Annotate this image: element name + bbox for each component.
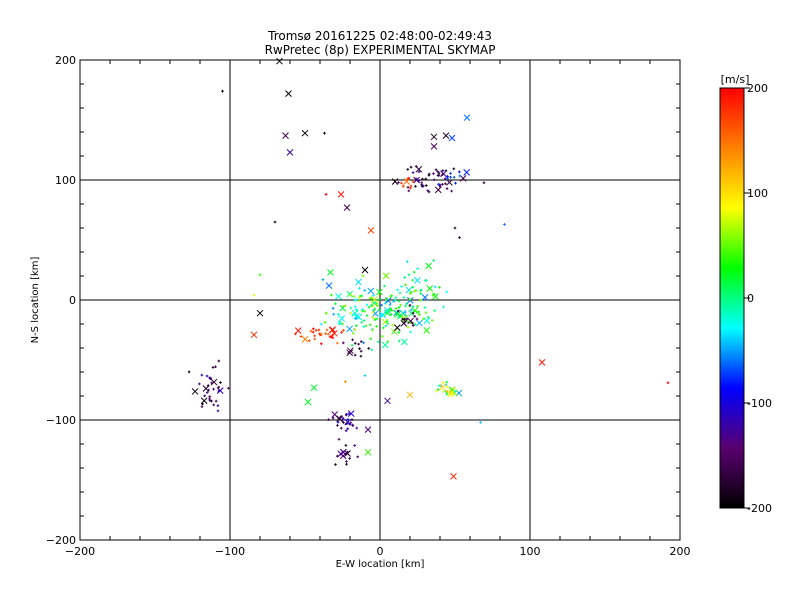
y-tick-label: 200 xyxy=(55,54,76,67)
skymap-chart: Tromsø 20161225 02:48:00-02:49:43 RwPret… xyxy=(30,29,772,570)
x-tick-label: 0 xyxy=(377,545,384,558)
colorbar-tick-label: 200 xyxy=(747,82,768,95)
x-tick-label: 100 xyxy=(520,545,541,558)
chart-title-line-1: Tromsø 20161225 02:48:00-02:49:43 xyxy=(267,29,492,43)
y-tick-label: 100 xyxy=(55,174,76,187)
colorbar-label: [m/s] xyxy=(721,73,750,86)
colorbar-tick-label: -100 xyxy=(747,397,772,410)
y-tick-label: −100 xyxy=(46,414,76,427)
y-tick-labels: −200 −100 0 100 200 xyxy=(46,54,76,547)
colorbar-tick-label: 0 xyxy=(747,292,754,305)
plot-area xyxy=(79,57,681,541)
y-tick-label: 0 xyxy=(69,294,76,307)
y-tick-label: −200 xyxy=(46,534,76,547)
y-axis-label: N-S location [km] xyxy=(30,257,41,344)
colorbar-tick-label: -200 xyxy=(747,502,772,515)
colorbar: [m/s] 200 100 0 -100 -200 xyxy=(719,73,772,515)
x-tick-label: −100 xyxy=(215,545,245,558)
colorbar-gradient xyxy=(719,87,745,509)
colorbar-tick-label: 100 xyxy=(747,187,768,200)
x-tick-labels: −200 −100 0 100 200 xyxy=(65,545,691,558)
colorbar-ticks: 200 100 0 -100 -200 xyxy=(744,82,772,515)
x-tick-label: 200 xyxy=(670,545,691,558)
chart-title-line-2: RwPretec (8p) EXPERIMENTAL SKYMAP xyxy=(265,43,496,57)
x-axis-label: E-W location [km] xyxy=(336,559,425,570)
